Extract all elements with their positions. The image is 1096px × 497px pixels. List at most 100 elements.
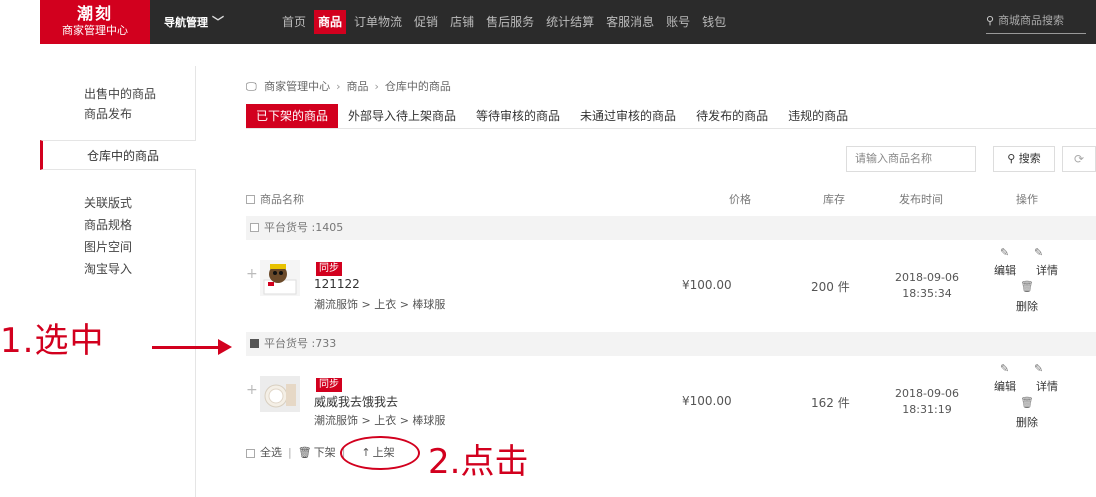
product-stock: 162 件 bbox=[811, 396, 850, 410]
header-ops: 操作 bbox=[1016, 193, 1038, 206]
tab-divider bbox=[246, 128, 1096, 129]
breadcrumb-item-home[interactable]: 商家管理中心 bbox=[264, 80, 330, 93]
sync-badge: 同步 bbox=[316, 262, 342, 276]
group-checkbox-checked[interactable] bbox=[250, 339, 259, 348]
sidebar-item-images[interactable]: 图片空间 bbox=[40, 236, 196, 258]
sidebar-item-taobao-import[interactable]: 淘宝导入 bbox=[40, 258, 196, 280]
group-label: 平台货号 :1405 bbox=[264, 221, 344, 234]
header-time: 发布时间 bbox=[899, 193, 943, 206]
menu-item-wallet[interactable]: 钱包 bbox=[698, 10, 730, 34]
menu-item-account[interactable]: 账号 bbox=[662, 10, 694, 34]
table-header: 商品名称 价格 库存 发布时间 操作 bbox=[246, 188, 1096, 212]
header-price: 价格 bbox=[729, 193, 751, 206]
group-checkbox[interactable] bbox=[250, 223, 259, 232]
main-menu: 首页 商品 订单物流 促销 店铺 售后服务 统计结算 客服消息 账号 钱包 bbox=[278, 0, 734, 44]
expand-icon[interactable]: + bbox=[246, 382, 258, 398]
menu-item-promotions[interactable]: 促销 bbox=[410, 10, 442, 34]
search-icon: ⚲ bbox=[1007, 152, 1019, 165]
product-name[interactable]: 121122 bbox=[314, 277, 360, 291]
select-all-checkbox[interactable] bbox=[246, 448, 255, 458]
left-gutter bbox=[0, 0, 40, 497]
breadcrumb-item-warehouse: 仓库中的商品 bbox=[384, 80, 451, 93]
product-category: 潮流服饰 > 上衣 > 棒球服 bbox=[314, 298, 446, 311]
tab-pending-review[interactable]: 等待审核的商品 bbox=[466, 104, 570, 128]
breadcrumb-item-goods[interactable]: 商品 bbox=[347, 80, 369, 93]
sync-badge: 同步 bbox=[316, 378, 342, 392]
publish-time: 2018-09-06 18:31:19 bbox=[884, 386, 970, 418]
publish-time: 2018-09-06 18:35:34 bbox=[884, 270, 970, 302]
menu-item-messages[interactable]: 客服消息 bbox=[602, 10, 658, 34]
divider: | bbox=[288, 446, 292, 459]
trash-icon: 🗑 bbox=[1020, 396, 1034, 409]
search-button-label: 搜索 bbox=[1018, 152, 1041, 165]
menu-item-goods[interactable]: 商品 bbox=[314, 10, 347, 34]
top-navbar: 潮刻 商家管理中心 导航管理 ﹀ 首页 商品 订单物流 促销 店铺 售后服务 统计… bbox=[40, 0, 1096, 44]
publish-date: 2018-09-06 bbox=[895, 387, 959, 400]
menu-item-aftersales[interactable]: 售后服务 bbox=[482, 10, 538, 34]
search-button[interactable]: ⚲ 搜索 bbox=[993, 146, 1055, 172]
menu-item-store[interactable]: 店铺 bbox=[446, 10, 478, 34]
search-icon: ⚲ bbox=[986, 14, 995, 27]
edit-icon: ✎ bbox=[1000, 362, 1010, 375]
logo-subtitle: 商家管理中心 bbox=[62, 24, 128, 37]
product-price: ¥100.00 bbox=[682, 278, 732, 292]
nav-manager-label: 导航管理 bbox=[164, 16, 208, 29]
tab-rejected[interactable]: 未通过审核的商品 bbox=[570, 104, 686, 128]
table-row: + 同步 威威我去饿我去 潮流服饰 > 上衣 > 棒球服 ¥100.00 162… bbox=[246, 356, 1096, 446]
sidebar-item-spec[interactable]: 商品规格 bbox=[40, 214, 196, 236]
edit-link[interactable]: 编辑 bbox=[994, 262, 1016, 278]
detail-link[interactable]: 详情 bbox=[1036, 378, 1058, 394]
select-all-label[interactable]: 全选 bbox=[260, 444, 282, 462]
sidebar-item-warehouse[interactable]: 仓库中的商品 bbox=[40, 140, 196, 170]
publish-date: 2018-09-06 bbox=[895, 271, 959, 284]
logo-title: 潮刻 bbox=[76, 4, 113, 23]
breadcrumb: 🖵 商家管理中心 › 商品 › 仓库中的商品 bbox=[246, 78, 451, 94]
menu-item-home[interactable]: 首页 bbox=[278, 10, 310, 34]
nav-manager-dropdown[interactable]: 导航管理 ﹀ bbox=[164, 0, 224, 44]
tab-bar: 已下架的商品 外部导入待上架商品 等待审核的商品 未通过审核的商品 待发布的商品… bbox=[246, 104, 858, 128]
detail-icon: ✎ bbox=[1034, 246, 1044, 259]
sidebar-item-publish[interactable]: 商品发布 bbox=[40, 104, 196, 124]
sidebar-group-1: 出售中的商品 商品发布 bbox=[40, 84, 196, 124]
product-price: ¥100.00 bbox=[682, 394, 732, 408]
publish-clock: 18:31:19 bbox=[902, 403, 952, 416]
refresh-button[interactable]: ⟳ bbox=[1062, 146, 1096, 172]
header-stock: 库存 bbox=[823, 193, 845, 206]
product-thumbnail[interactable] bbox=[260, 260, 300, 296]
site-search-placeholder: 商城商品搜索 bbox=[998, 14, 1065, 27]
product-category: 潮流服饰 > 上衣 > 棒球服 bbox=[314, 414, 446, 427]
menu-item-orders[interactable]: 订单物流 bbox=[350, 10, 406, 34]
product-stock: 200 件 bbox=[811, 280, 850, 294]
logo[interactable]: 潮刻 商家管理中心 bbox=[40, 0, 150, 44]
product-thumbnail[interactable] bbox=[260, 376, 300, 412]
delete-link[interactable]: 删除 bbox=[1016, 414, 1038, 430]
product-name-input[interactable]: 请输入商品名称 bbox=[846, 146, 976, 172]
breadcrumb-separator: › bbox=[374, 80, 379, 93]
sidebar-group-2: 关联版式 商品规格 图片空间 淘宝导入 bbox=[40, 192, 196, 280]
tab-unshelved[interactable]: 已下架的商品 bbox=[246, 104, 339, 128]
chevron-down-icon: ﹀ bbox=[212, 15, 225, 29]
tab-to-publish[interactable]: 待发布的商品 bbox=[686, 104, 778, 128]
step2-annotation: 2.点击 bbox=[428, 442, 529, 482]
sidebar: 出售中的商品 商品发布 仓库中的商品 关联版式 商品规格 图片空间 淘宝导入 bbox=[40, 66, 196, 497]
highlight-circle bbox=[340, 436, 420, 470]
tab-external-import[interactable]: 外部导入待上架商品 bbox=[338, 104, 466, 128]
refresh-icon: ⟳ bbox=[1073, 152, 1085, 166]
select-all-header-checkbox[interactable] bbox=[246, 195, 255, 204]
expand-icon[interactable]: + bbox=[246, 266, 258, 282]
sidebar-item-on-sale[interactable]: 出售中的商品 bbox=[40, 84, 196, 104]
menu-item-statistics[interactable]: 统计结算 bbox=[542, 10, 598, 34]
delete-link[interactable]: 删除 bbox=[1016, 298, 1038, 314]
trash-icon: 🗑 bbox=[297, 446, 312, 459]
trash-icon: 🗑 bbox=[1020, 280, 1034, 293]
publish-clock: 18:35:34 bbox=[902, 287, 952, 300]
step1-annotation: 1.选中 bbox=[0, 321, 105, 361]
edit-link[interactable]: 编辑 bbox=[994, 378, 1016, 394]
group-row: 平台货号 :733 bbox=[246, 332, 1096, 356]
unshelve-button[interactable]: 下架 bbox=[314, 444, 336, 462]
detail-link[interactable]: 详情 bbox=[1036, 262, 1058, 278]
site-search-input[interactable]: ⚲ 商城商品搜索 bbox=[986, 10, 1086, 34]
product-name[interactable]: 威威我去饿我去 bbox=[314, 393, 398, 410]
tab-violations[interactable]: 违规的商品 bbox=[778, 104, 858, 128]
sidebar-item-layout[interactable]: 关联版式 bbox=[40, 192, 196, 214]
